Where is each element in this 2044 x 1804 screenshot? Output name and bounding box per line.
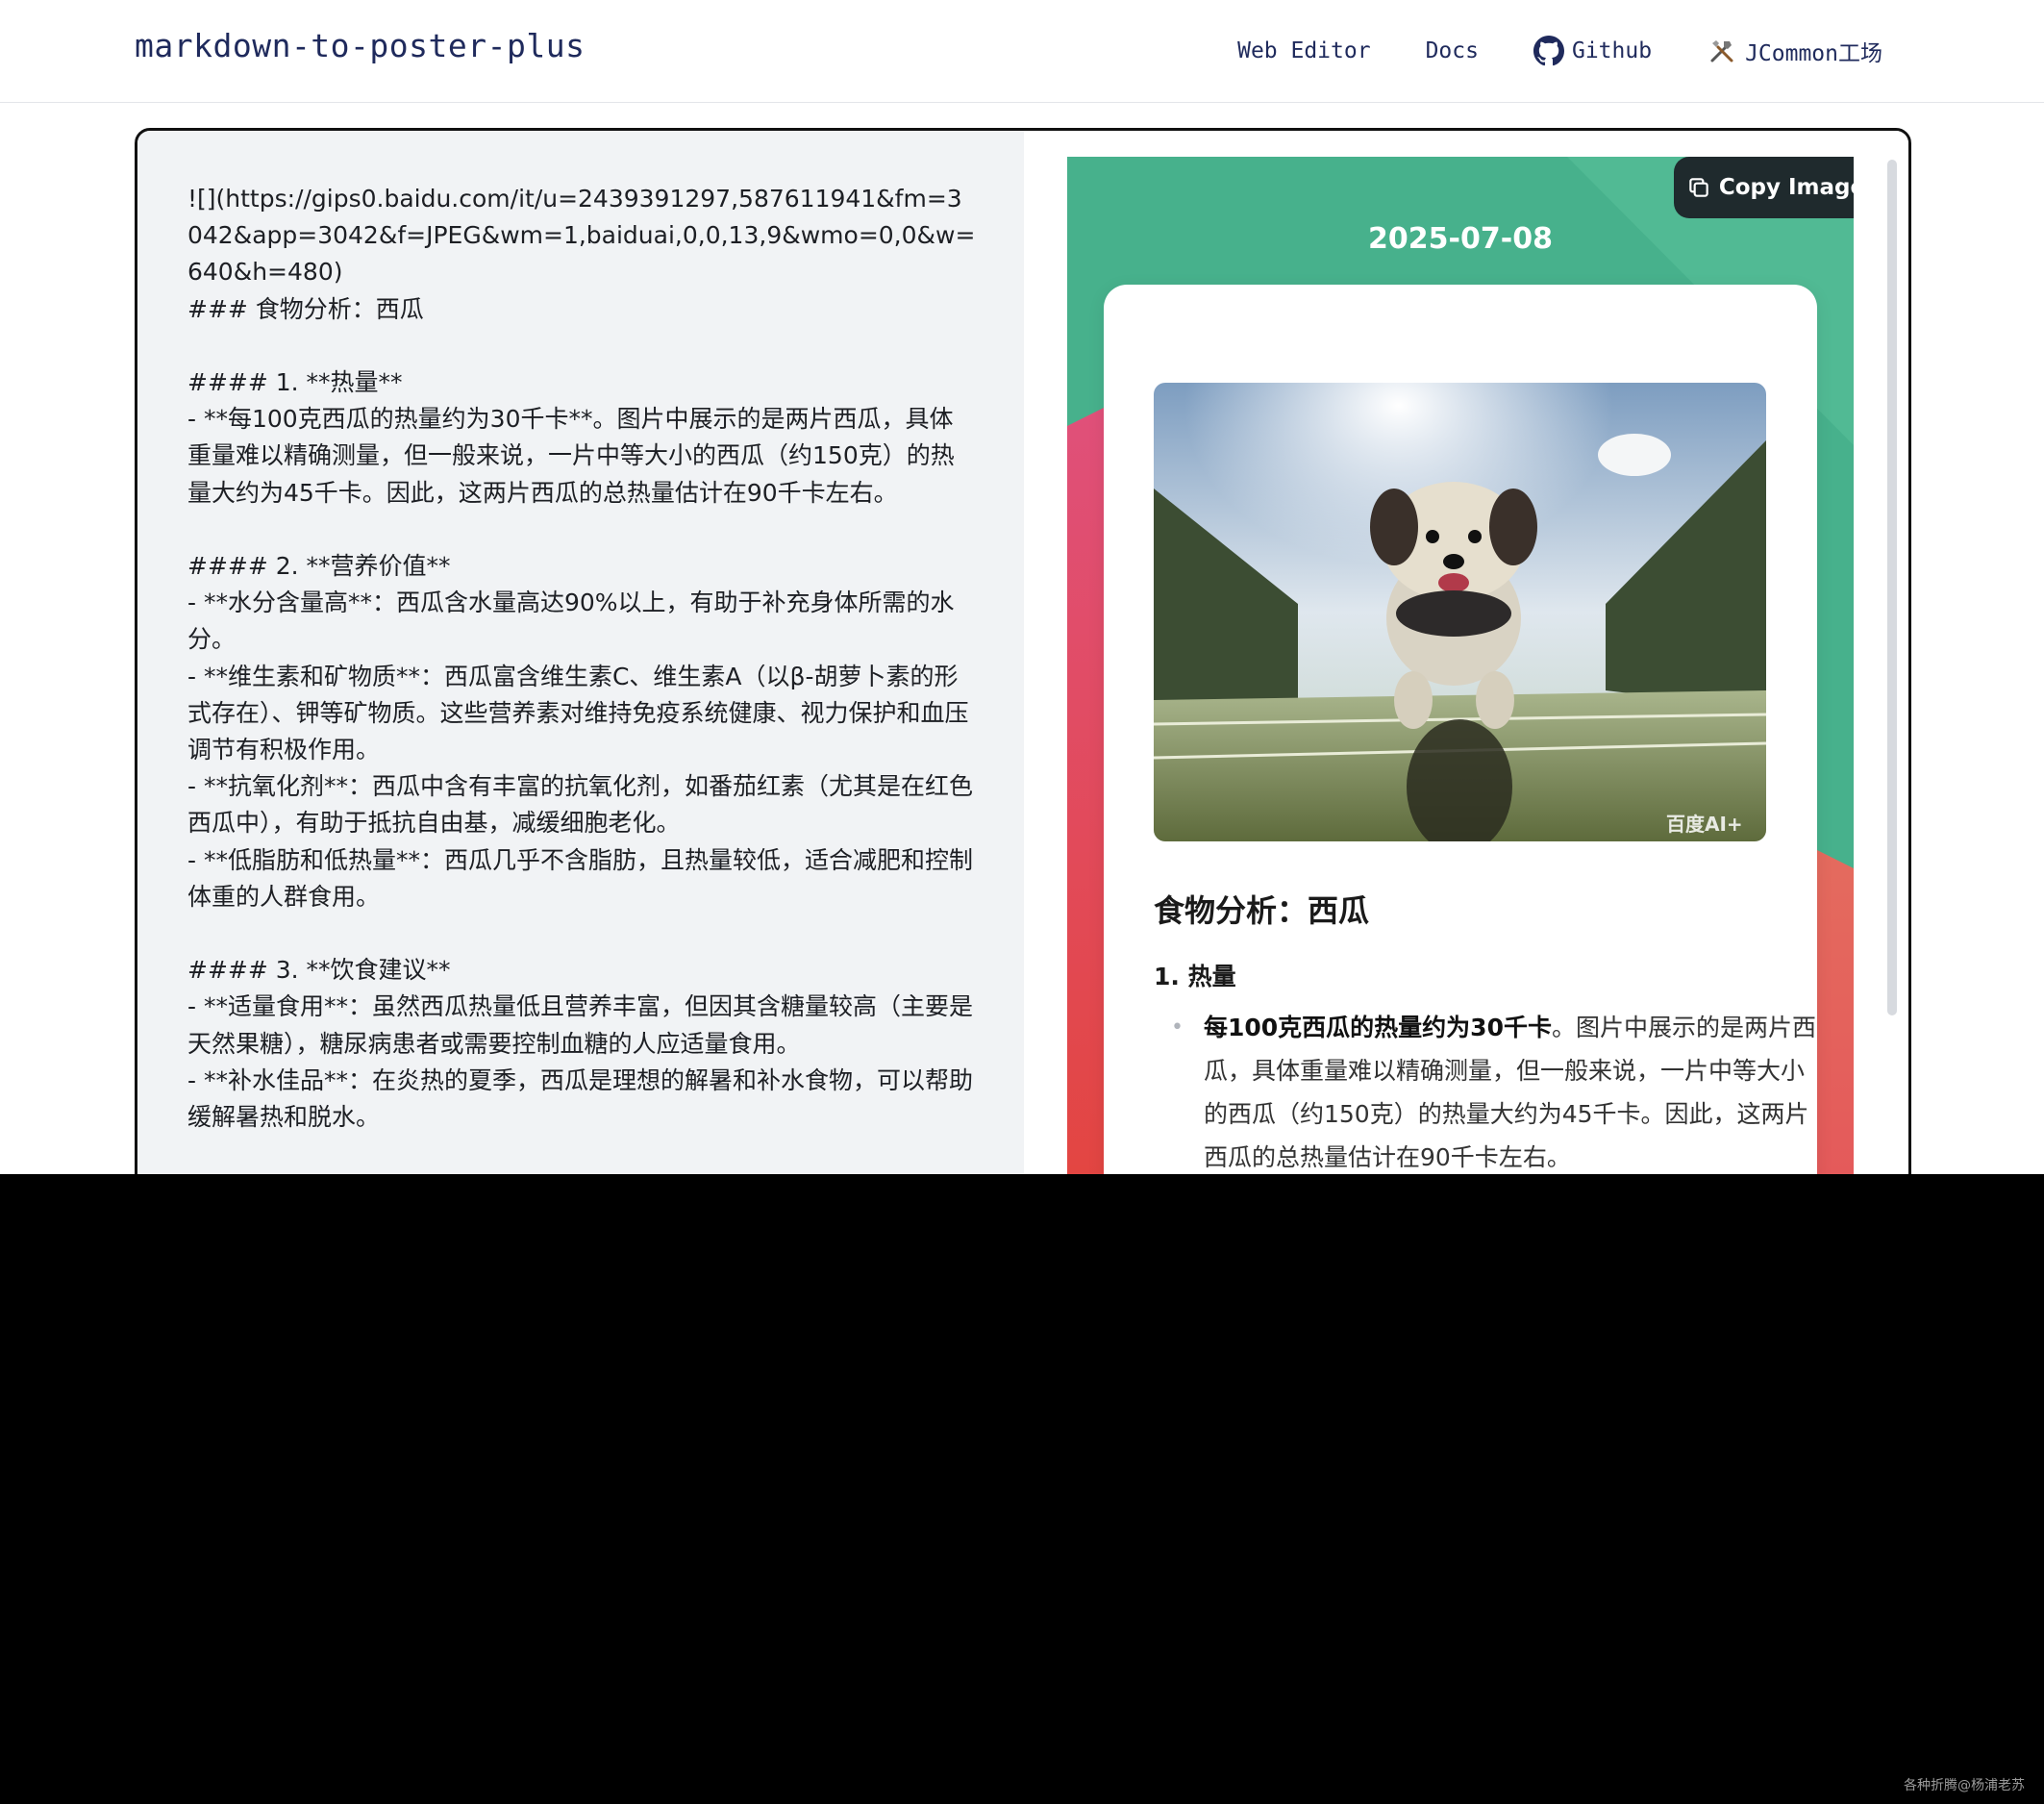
bullet-bold-text: 每100克西瓜的热量约为30千卡	[1204, 1014, 1552, 1041]
poster: 2025-07-08 百度AI+ 食物分析：西瓜 1. 热量 • 每100克西瓜…	[1067, 157, 1854, 1174]
page: markdown-to-poster-plus Web Editor Docs …	[0, 0, 2044, 1174]
brand-logo[interactable]: markdown-to-poster-plus	[135, 27, 585, 64]
nav-web-editor-label: Web Editor	[1237, 38, 1371, 63]
nav-links: Web Editor Docs Github JCommon工场	[1237, 35, 1882, 67]
dog-photo	[1154, 383, 1766, 841]
poster-date: 2025-07-08	[1368, 222, 1553, 256]
poster-section-title: 1. 热量	[1154, 963, 1236, 990]
nav-jcommon[interactable]: JCommon工场	[1707, 35, 1882, 67]
poster-card: 百度AI+ 食物分析：西瓜 1. 热量 每100克西瓜的热量约为30千卡。图片中…	[1104, 285, 1817, 1174]
image-watermark: 百度AI+	[1666, 813, 1743, 836]
poster-preview: 2025-07-08 百度AI+ 食物分析：西瓜 1. 热量 • 每100克西瓜…	[1024, 131, 1908, 1174]
markdown-editor-text[interactable]: ![](https://gips0.baidu.com/it/u=2439391…	[187, 181, 976, 1136]
copy-image-label: Copy Image	[1718, 175, 1854, 200]
list-item: 每100克西瓜的热量约为30千卡。图片中展示的是两片西瓜，具体重量难以精确测量，…	[1171, 1006, 1819, 1174]
nav-jcommon-label: JCommon工场	[1745, 41, 1882, 66]
tools-icon	[1710, 40, 1733, 63]
nav-docs[interactable]: Docs	[1426, 35, 1479, 67]
github-icon	[1533, 36, 1564, 66]
workspace-frame: ![](https://gips0.baidu.com/it/u=2439391…	[135, 128, 1911, 1174]
copy-icon	[1689, 178, 1708, 197]
nav-web-editor[interactable]: Web Editor	[1237, 35, 1370, 67]
nav-github[interactable]: Github	[1533, 35, 1652, 67]
preview-scrollbar[interactable]	[1887, 160, 1897, 1015]
markdown-editor[interactable]: ![](https://gips0.baidu.com/it/u=2439391…	[137, 131, 1024, 1174]
poster-heading: 食物分析：西瓜	[1154, 892, 1370, 929]
copy-image-button[interactable]: Copy Image	[1674, 157, 1854, 218]
poster-bullet-list: 每100克西瓜的热量约为30千卡。图片中展示的是两片西瓜，具体重量难以精确测量，…	[1154, 1006, 1819, 1174]
top-navbar: markdown-to-poster-plus Web Editor Docs …	[0, 0, 2044, 103]
nav-github-label: Github	[1571, 38, 1653, 63]
footer-watermark: 各种折腾@杨浦老苏	[1904, 1778, 2025, 1793]
nav-docs-label: Docs	[1425, 38, 1479, 63]
